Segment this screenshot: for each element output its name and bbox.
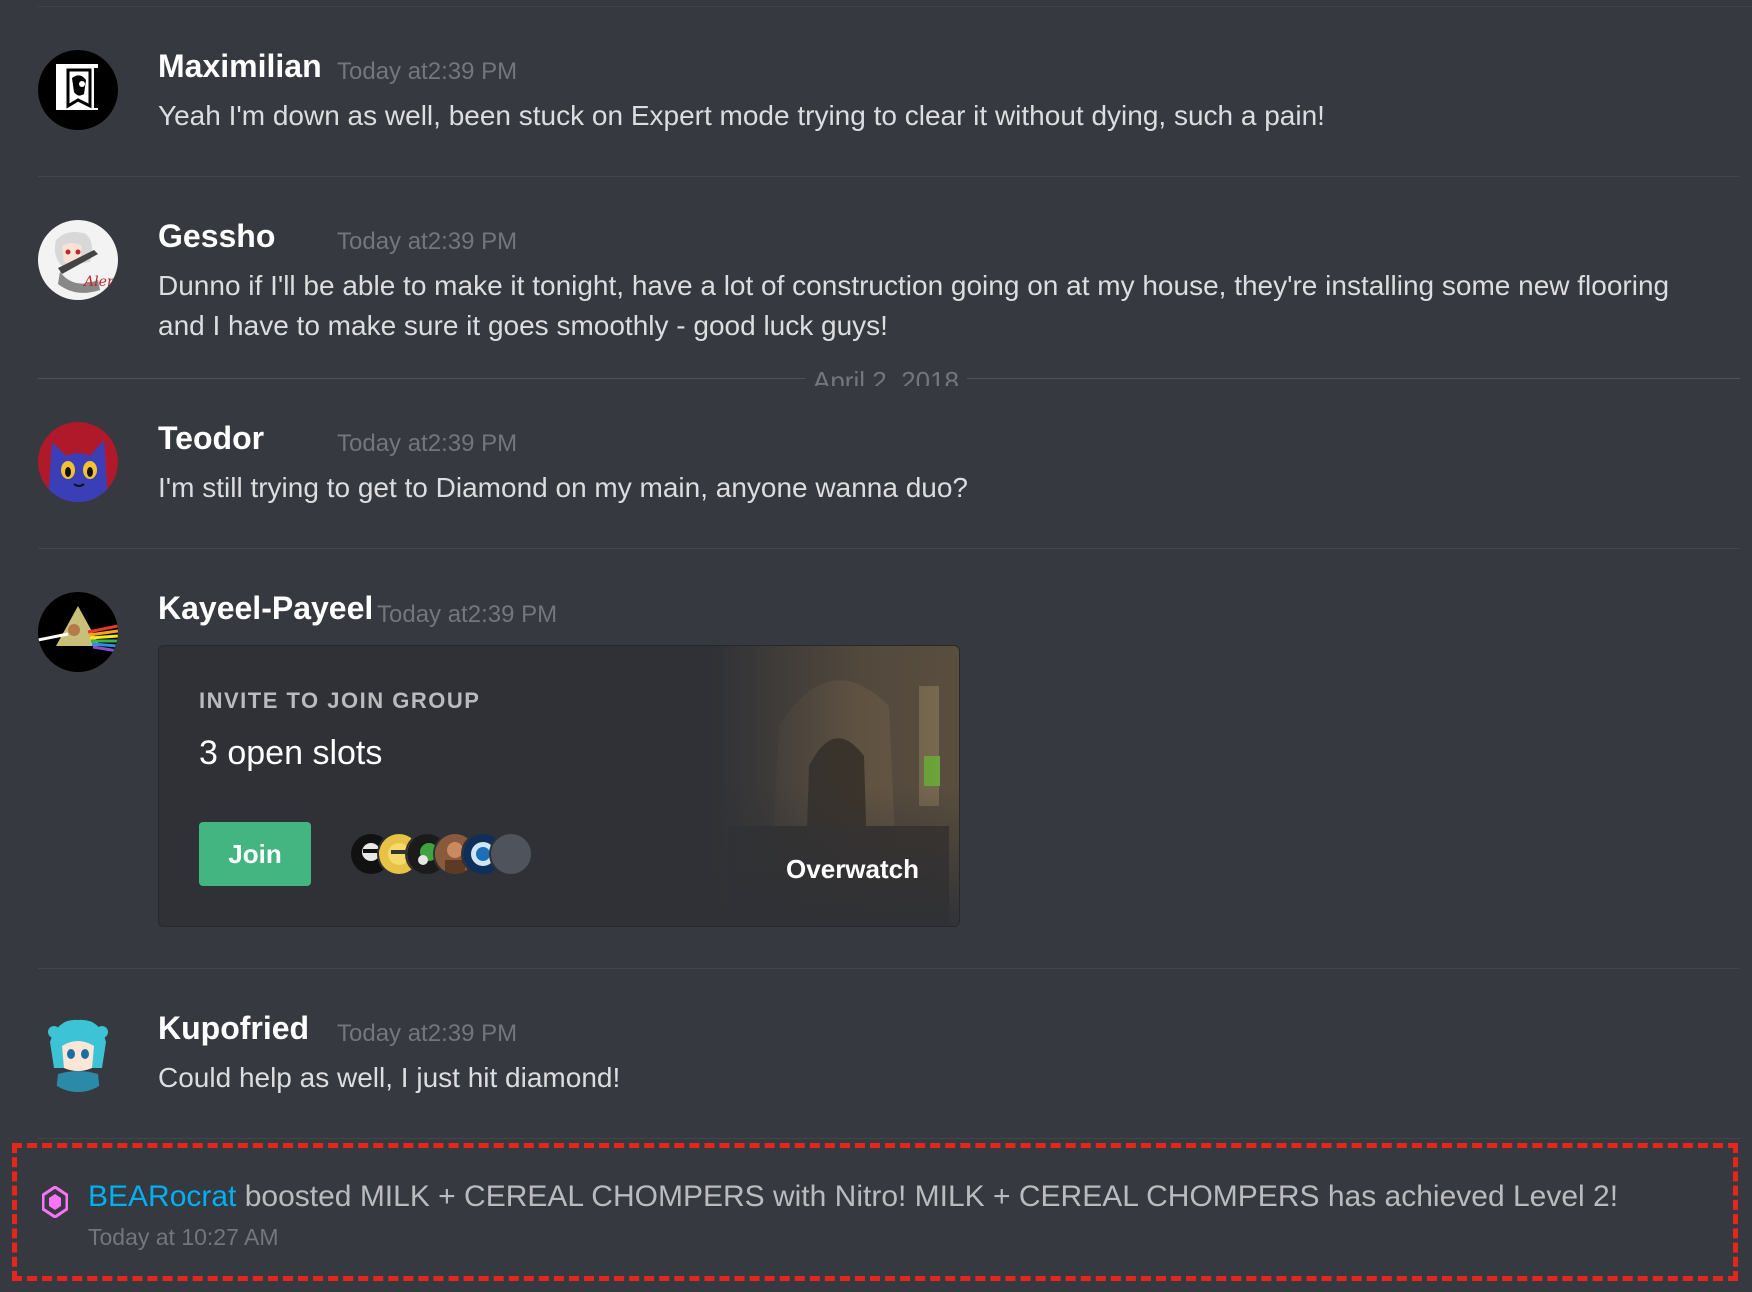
avatar-kupofried[interactable] bbox=[38, 1012, 118, 1092]
boost-message-text: BEARocrat boosted MILK + CEREAL CHOMPERS… bbox=[88, 1180, 1618, 1214]
timestamp-kayeel-payeel: Today at2:39 PM bbox=[377, 601, 558, 628]
empty-slot-avatar bbox=[489, 832, 533, 876]
nitro-boost-gem-icon bbox=[42, 1186, 68, 1218]
avatar-maximilian[interactable] bbox=[38, 50, 118, 130]
avatar-kayeel-payeel[interactable] bbox=[38, 592, 118, 672]
timestamp-kupofried: Today at2:39 PM bbox=[337, 1020, 518, 1047]
boost-description: boosted MILK + CEREAL CHOMPERS with Nitr… bbox=[236, 1180, 1619, 1213]
username-maximilian[interactable]: Maximilian bbox=[158, 48, 322, 85]
username-gessho[interactable]: Gessho bbox=[158, 218, 275, 255]
message-divider bbox=[38, 548, 1740, 549]
group-member-avatars bbox=[349, 832, 569, 876]
message-text-kupofried: Could help as well, I just hit diamond! bbox=[158, 1062, 621, 1093]
game-name: Overwatch bbox=[786, 854, 919, 884]
top-divider bbox=[38, 6, 1752, 7]
group-invite-embed: INVITE TO JOIN GROUP 3 open slots Join O… bbox=[158, 645, 960, 927]
username-kupofried[interactable]: Kupofried bbox=[158, 1010, 309, 1047]
username-teodor[interactable]: Teodor bbox=[158, 420, 264, 457]
open-slots-label: 3 open slots bbox=[199, 734, 383, 772]
timestamp-teodor: Today at2:39 PM bbox=[337, 430, 518, 457]
timestamp-maximilian: Today at2:39 PM bbox=[337, 58, 518, 85]
boost-username[interactable]: BEARocrat bbox=[88, 1180, 236, 1213]
date-separator-label: April 2, 2018 bbox=[805, 364, 967, 386]
message-text-maximilian: Yeah I'm down as well, been stuck on Exp… bbox=[158, 100, 1325, 131]
join-button[interactable]: Join bbox=[199, 822, 311, 886]
message-divider bbox=[38, 968, 1740, 969]
message-text-gessho: Dunno if I'll be able to make it tonight… bbox=[158, 270, 1670, 341]
message-divider bbox=[38, 176, 1740, 177]
username-kayeel-payeel[interactable]: Kayeel-Payeel bbox=[158, 590, 373, 627]
svg-text:Alen: Alen bbox=[82, 274, 116, 290]
avatar-teodor[interactable] bbox=[38, 422, 118, 502]
message-text-teodor: I'm still trying to get to Diamond on my… bbox=[158, 472, 968, 503]
invite-title: INVITE TO JOIN GROUP bbox=[199, 688, 481, 713]
avatar-gessho[interactable]: Alen bbox=[38, 220, 118, 300]
boost-timestamp: Today at 10:27 AM bbox=[88, 1224, 279, 1250]
timestamp-gessho: Today at2:39 PM bbox=[337, 228, 518, 255]
message-divider bbox=[38, 1138, 1740, 1139]
